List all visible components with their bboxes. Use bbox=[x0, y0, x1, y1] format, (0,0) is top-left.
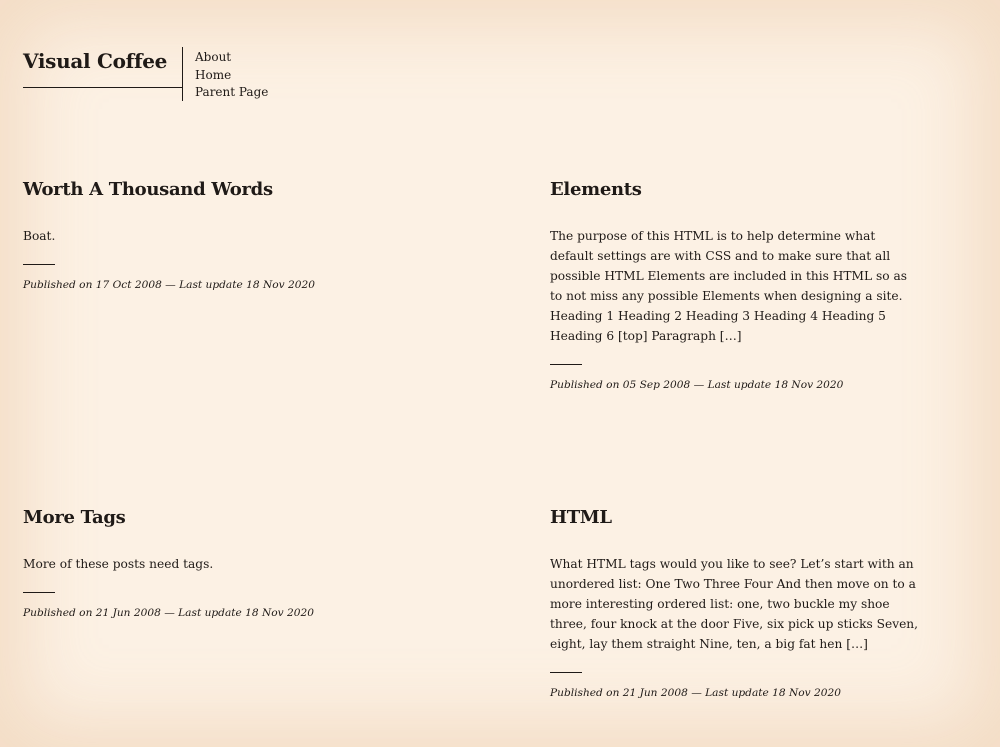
post-title: HTML bbox=[550, 504, 930, 532]
post-title-link[interactable]: HTML bbox=[550, 507, 612, 528]
nav-item-about: About bbox=[195, 49, 268, 67]
post-excerpt: Boat. bbox=[23, 229, 56, 243]
nav-link-home[interactable]: Home bbox=[195, 68, 231, 82]
post-title-link[interactable]: More Tags bbox=[23, 507, 126, 528]
nav-item-parent-page: Parent Page bbox=[195, 84, 268, 102]
post-title: More Tags bbox=[23, 504, 403, 532]
post-meta: Published on 17 Oct 2008 — Last update 1… bbox=[23, 279, 315, 291]
post-card: Worth A Thousand Words Boat. Published o… bbox=[23, 176, 403, 293]
post-meta: Published on 21 Jun 2008 — Last update 1… bbox=[23, 607, 314, 619]
post-card: Elements The purpose of this HTML is to … bbox=[550, 176, 930, 393]
post-separator bbox=[23, 264, 55, 265]
post-title: Worth A Thousand Words bbox=[23, 176, 403, 204]
post-title-link[interactable]: Worth A Thousand Words bbox=[23, 179, 273, 200]
post-excerpt: What HTML tags would you like to see? Le… bbox=[550, 557, 919, 651]
post-excerpt: More of these posts need tags. bbox=[23, 557, 214, 571]
post-meta: Published on 05 Sep 2008 — Last update 1… bbox=[550, 379, 844, 391]
nav-link-parent-page[interactable]: Parent Page bbox=[195, 85, 268, 99]
post-separator bbox=[550, 364, 582, 365]
post-separator bbox=[23, 592, 55, 593]
nav-divider bbox=[182, 47, 183, 101]
post-excerpt: The purpose of this HTML is to help dete… bbox=[550, 229, 907, 343]
post-card: HTML What HTML tags would you like to se… bbox=[550, 504, 930, 701]
nav-item-home: Home bbox=[195, 67, 268, 85]
site-header: Visual Coffee About Home Parent Page bbox=[23, 47, 323, 102]
post-title-link[interactable]: Elements bbox=[550, 179, 642, 200]
post-separator bbox=[550, 672, 582, 673]
site-title[interactable]: Visual Coffee bbox=[23, 49, 167, 73]
title-underline bbox=[23, 87, 182, 88]
post-meta: Published on 21 Jun 2008 — Last update 1… bbox=[550, 687, 841, 699]
nav-link-about[interactable]: About bbox=[195, 50, 231, 64]
post-title: Elements bbox=[550, 176, 930, 204]
post-card: More Tags More of these posts need tags.… bbox=[23, 504, 403, 621]
site-nav: About Home Parent Page bbox=[195, 49, 268, 102]
